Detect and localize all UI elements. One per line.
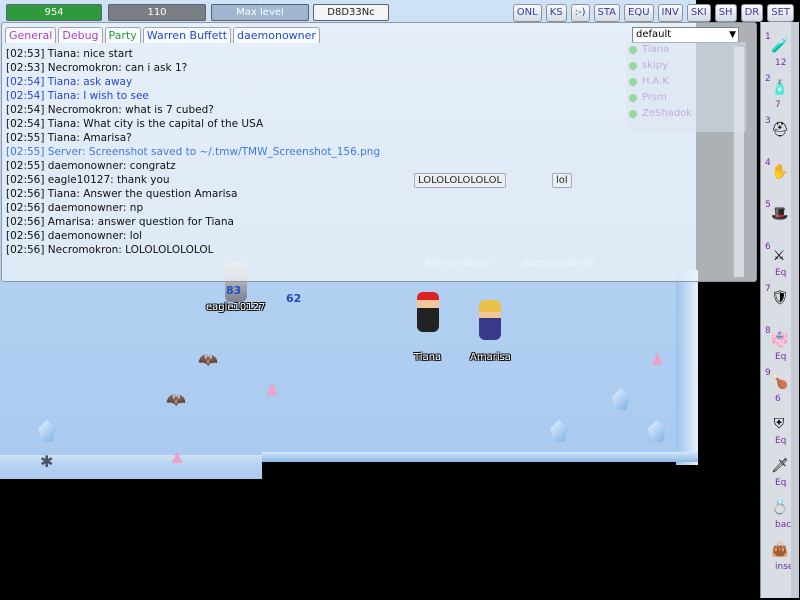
ice-cliff-right [676,270,698,465]
player-amarisa[interactable]: Amarisa [470,300,511,363]
hp-bar: 954 [6,4,102,21]
online-dot-icon [629,110,637,118]
gloves-icon: ✋ [771,164,789,180]
drops-button[interactable]: DR [740,4,764,22]
chat-line: [02:54] Tiana: I wish to see [6,90,149,102]
player-name: Amarisa [470,352,511,363]
online-user[interactable]: ZeShadok [626,106,746,122]
chat-line: [02:53] Necromokron: can i ask 1? [6,62,188,74]
online-button[interactable]: ONL [512,4,542,22]
spider-monster[interactable]: ✱ [40,452,53,471]
drumstick-icon: 🍗 [771,374,789,390]
pink-worm-monster[interactable]: ♟ [170,448,184,467]
damage-number: 62 [286,292,302,305]
ice-cliff-bottom [262,452,698,462]
potion-icon: 🧴 [771,80,789,96]
speech-bubble: lol [552,173,572,188]
hat-icon: 🎩 [771,206,789,222]
chat-line: [02:55] Tiana: Amarisa? [6,132,132,144]
status-button[interactable]: STA [593,4,621,22]
chat-line: [02:54] Tiana: What city is the capital … [6,118,264,130]
tab-party[interactable]: Party [104,27,141,43]
money-display: D8D33Nc [313,4,389,21]
shield-icon: ⛨ [773,416,785,432]
chat-line: [02:56] eagle10127: thank you [6,174,170,186]
skills-button[interactable]: SKI [686,4,711,22]
channel-dropdown[interactable]: default ▼ [632,27,739,43]
bag-icon: 👜 [771,542,789,558]
mp-bar: 110 [108,4,206,21]
online-user[interactable]: skipy [626,58,746,74]
player-tiana[interactable]: Tiana [414,292,441,363]
chat-log: [02:53] Tiana: nice start [02:53] Necrom… [6,47,732,279]
window-toggle-buttons: ONL KS :-) STA EQU INV SKI SH DR SET [512,4,794,22]
settings-button[interactable]: SET [767,4,794,22]
chat-line: [02:55] Server: Screenshot saved to ~/.t… [6,146,381,158]
player-necromokron-faded[interactable]: Necromokron [424,258,491,269]
chat-line: [02:56] daemonowner: np [6,202,144,214]
sword-icon: 🗡 [771,458,789,474]
online-user[interactable]: Tiana [626,42,746,58]
bat-monster[interactable]: 🦇 [166,390,186,409]
damage-number: 83 [226,284,242,297]
chat-tabs: General Debug Party Warren Buffett daemo… [5,27,320,43]
chat-line: [02:56] Tiana: Answer the question Amari… [6,188,238,200]
speech-bubble: LOLOLOLOLOLOL [414,173,507,188]
emote-button[interactable]: :-) [570,4,590,22]
player-name: eagle10127 [206,302,266,313]
chat-line: [02:54] Tiana: ask away [6,76,133,88]
potion-icon: 🧪 [771,38,789,54]
chat-line: [02:56] daemonowner: lol [6,230,143,242]
shortcut-button[interactable]: SH [714,4,737,22]
robe-icon: 👘 [771,332,789,348]
inventory-button[interactable]: INV [657,4,683,22]
pink-worm-monster[interactable]: ♟ [265,380,279,399]
xp-bar: Max level [211,4,309,21]
helmet-icon: ⛑ [771,122,789,138]
player-daemonowner-faded[interactable]: daemonowner [522,258,594,269]
ring-icon: 💍 [771,500,789,516]
tab-debug[interactable]: Debug [58,27,103,43]
chat-line: [02:53] Tiana: nice start [6,48,133,60]
equipment-button[interactable]: EQU [624,4,654,22]
inventory-bar: 1 🧪 12 2 🧴 7 3 ⛑ 4 ✋ 5 🎩 6 ⚔ Eq 7 🛡 8 👘 Eq 9 🍗 6 ⛨ Eq 🗡… [760,22,799,598]
online-dot-icon [629,46,637,54]
killstats-button[interactable]: KS [545,4,567,22]
online-dot-icon [629,94,637,102]
online-user-list: Tiana skipy H.A.K Prsm ZeShadok [626,42,746,132]
player-name: Tiana [414,352,442,363]
weapon-icon: ⚔ [772,248,786,264]
pink-worm-monster[interactable]: ♟ [650,350,664,369]
chat-line: [02:56] Necromokron: LOLOLOLOLOLOL [6,244,214,256]
chevron-down-icon: ▼ [729,30,736,40]
channel-dropdown-value: default [636,29,672,40]
tab-warren-buffett[interactable]: Warren Buffett [142,27,232,43]
tab-general[interactable]: General [5,27,57,43]
chat-line: [02:56] Amarisa: answer question for Tia… [6,216,234,228]
inventory-scrollbar[interactable] [791,22,799,598]
chat-line: [02:55] daemonowner: congratz [6,160,176,172]
online-dot-icon [629,62,637,70]
online-user[interactable]: Prsm [626,90,746,106]
player-sprite [416,292,439,332]
bat-monster[interactable]: 🦇 [198,350,218,369]
online-dot-icon [629,78,637,86]
tab-daemonowner[interactable]: daemonowner [233,27,320,43]
online-user[interactable]: H.A.K [626,74,746,90]
player-sprite [479,300,502,340]
chat-line: [02:54] Necromokron: what is 7 cubed? [6,104,214,116]
armor-icon: 🛡 [771,290,789,306]
